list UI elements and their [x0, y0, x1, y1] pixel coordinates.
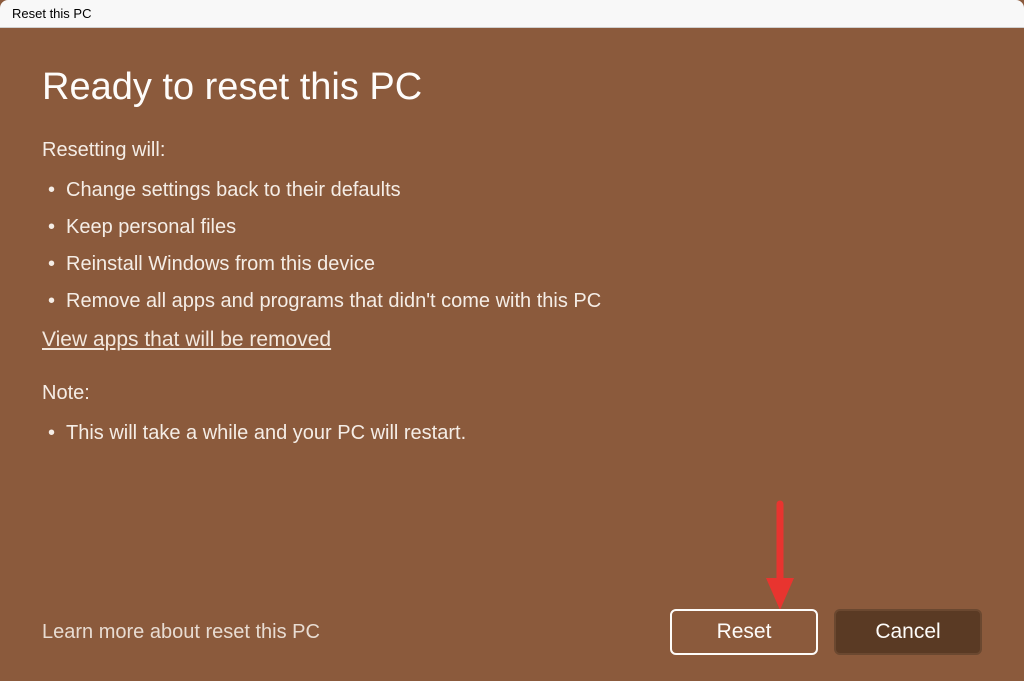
- dialog-content: Ready to reset this PC Resetting will: C…: [0, 28, 1024, 681]
- reset-pc-dialog: Reset this PC Ready to reset this PC Res…: [0, 0, 1024, 681]
- arrow-annotation-icon: [760, 498, 800, 618]
- note-label: Note:: [42, 382, 982, 405]
- window-title: Reset this PC: [12, 6, 91, 21]
- resetting-section: Resetting will: Change settings back to …: [42, 139, 982, 324]
- reset-button[interactable]: Reset: [670, 609, 818, 655]
- titlebar: Reset this PC: [0, 0, 1024, 28]
- resetting-list: Change settings back to their defaults K…: [42, 172, 982, 320]
- cancel-button[interactable]: Cancel: [834, 609, 982, 655]
- page-title: Ready to reset this PC: [42, 66, 982, 109]
- list-item: Change settings back to their defaults: [42, 172, 982, 209]
- button-group: Reset Cancel: [670, 609, 982, 655]
- list-item: Remove all apps and programs that didn't…: [42, 283, 982, 320]
- note-list: This will take a while and your PC will …: [42, 415, 982, 452]
- learn-more-link[interactable]: Learn more about reset this PC: [42, 621, 320, 644]
- list-item: Reinstall Windows from this device: [42, 246, 982, 283]
- list-item: This will take a while and your PC will …: [42, 415, 982, 452]
- resetting-label: Resetting will:: [42, 139, 982, 162]
- bottom-row: Learn more about reset this PC Reset Can…: [42, 609, 982, 655]
- view-apps-link[interactable]: View apps that will be removed: [42, 328, 982, 352]
- list-item: Keep personal files: [42, 209, 982, 246]
- note-section: Note: This will take a while and your PC…: [42, 382, 982, 456]
